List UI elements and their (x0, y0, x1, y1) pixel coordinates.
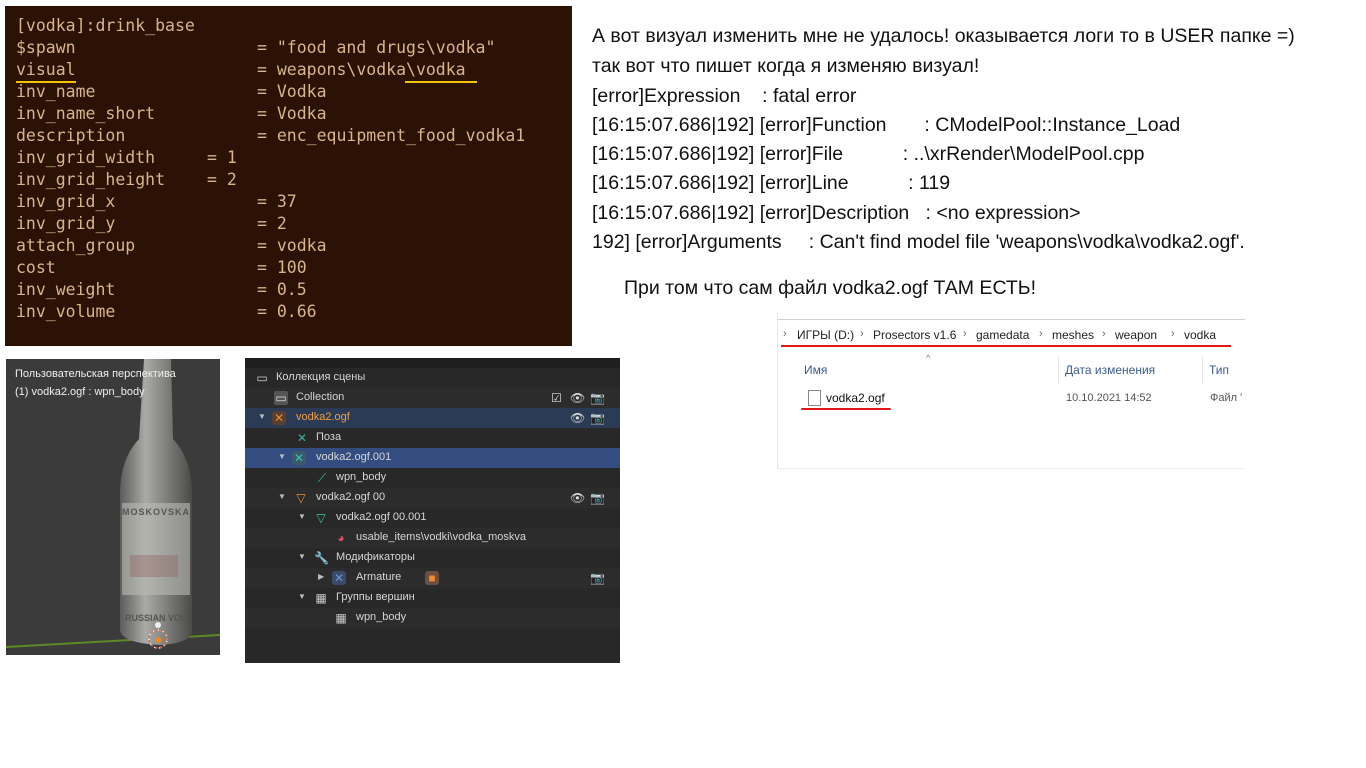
outliner-row[interactable]: ▭ Коллекция сцены (245, 368, 620, 388)
note-line: При том что сам файл vodka2.ogf ТАМ ЕСТЬ… (624, 277, 1037, 299)
eye-icon[interactable]: 👁 (570, 391, 585, 405)
column-header-type[interactable]: Тип (1209, 363, 1229, 377)
sort-up-icon: ^ (926, 353, 931, 363)
file-explorer-screenshot: › ИГРЫ (D:) › Prosectors v1.6 › gamedata… (777, 313, 1245, 469)
chevron-right-icon: › (1102, 328, 1106, 340)
breadcrumb-item[interactable]: gamedata (976, 328, 1029, 342)
expand-triangle-right-icon[interactable]: ▶ (318, 572, 324, 581)
message-line: так вот что пишет когда я изменяю визуал… (592, 55, 980, 77)
file-icon (808, 390, 821, 406)
error-line: [16:15:07.686|192] [error]Function : CMo… (592, 114, 1181, 136)
path-red-underline (781, 345, 1231, 347)
armature-object-icon: ✕ (272, 411, 286, 425)
breadcrumb-item[interactable]: vodka (1184, 328, 1216, 342)
mesh-object-icon: ▽ (296, 491, 306, 505)
outliner-row[interactable]: ▼ ▽ vodka2.ogf 00 👁 📷 (245, 488, 620, 508)
column-header-date[interactable]: Дата изменения (1065, 363, 1155, 377)
file-date: 10.10.2021 14:52 (1066, 392, 1152, 404)
breadcrumb-item[interactable]: weapon (1115, 328, 1157, 342)
expand-triangle-icon[interactable]: ▼ (258, 412, 266, 421)
outliner-row[interactable]: ▶ ✕ Armature ■ 📷 (245, 568, 620, 588)
chevron-right-icon: › (860, 328, 864, 340)
error-line: [16:15:07.686|192] [error]Line : 119 (592, 172, 951, 194)
breadcrumb-item[interactable]: ИГРЫ (D:) (797, 328, 854, 342)
scene-collection-icon: ▭ (256, 371, 268, 385)
armature-data-icon: ✕ (292, 451, 306, 465)
vertex-groups-icon: ▦ (315, 591, 327, 605)
camera-icon[interactable]: 📷 (590, 491, 605, 505)
chevron-right-icon: › (1171, 328, 1175, 340)
outliner-row[interactable]: ▼ ▦ Группы вершин (245, 588, 620, 608)
blender-viewport[interactable]: Пользовательская перспектива (1) vodka2.… (6, 359, 220, 655)
file-red-underline (801, 408, 891, 410)
file-name: vodka2.ogf (826, 391, 885, 405)
camera-icon[interactable]: 📷 (590, 411, 605, 425)
camera-icon[interactable]: 📷 (590, 571, 605, 585)
pose-icon: ✕ (296, 431, 308, 445)
collection-icon: ▭ (274, 391, 288, 405)
camera-icon[interactable]: 📷 (590, 391, 605, 405)
outliner-row[interactable]: ◕ usable_items\vodki\vodka_moskva (245, 528, 620, 548)
outliner-row[interactable]: ▼ ▽ vodka2.ogf 00.001 (245, 508, 620, 528)
outliner-header (245, 358, 620, 368)
bottle-label-top: MOSKOVSKA (122, 507, 191, 517)
eye-icon[interactable]: 👁 (570, 491, 585, 505)
breadcrumb-item[interactable]: meshes (1052, 328, 1094, 342)
breadcrumb-item[interactable]: Prosectors v1.6 (873, 328, 956, 342)
expand-triangle-icon[interactable]: ▼ (298, 512, 306, 521)
blender-outliner[interactable]: ▭ Коллекция сцены ▭ Collection ☑ 👁 📷 ▼ ✕… (245, 358, 620, 663)
error-line: [16:15:07.686|192] [error]File : ..\xrRe… (592, 143, 1145, 165)
outliner-row[interactable]: ✕ Поза (245, 428, 620, 448)
expand-triangle-icon[interactable]: ▼ (278, 492, 286, 501)
column-header-name[interactable]: Имя (804, 363, 827, 377)
mesh-data-icon: ▽ (316, 511, 326, 525)
file-type: Файл ' (1210, 392, 1243, 404)
column-divider[interactable] (1058, 357, 1059, 383)
expand-triangle-icon[interactable]: ▼ (298, 552, 306, 561)
message-line: А вот визуал изменить мне не удалось! ок… (592, 25, 1295, 47)
file-row[interactable]: vodka2.ogf 10.10.2021 14:52 Файл ' (798, 387, 1245, 409)
armature-modifier-icon: ✕ (332, 571, 346, 585)
outliner-row[interactable]: ▭ Collection ☑ 👁 📷 (245, 388, 620, 408)
chevron-right-icon: › (1039, 328, 1043, 340)
error-line: 192] [error]Arguments : Can't find model… (592, 231, 1245, 253)
column-divider[interactable] (1202, 357, 1203, 383)
modifier-object-icon[interactable]: ■ (425, 571, 439, 585)
outliner-row[interactable]: ▼ 🔧 Модификаторы (245, 548, 620, 568)
chevron-right-icon: › (783, 328, 787, 340)
viewport-title: Пользовательская перспектива (15, 368, 176, 380)
material-icon: ◕ (337, 531, 345, 545)
outliner-row[interactable]: ▼ ✕ vodka2.ogf.001 (245, 448, 620, 468)
ltx-config-screenshot: [vodka]:drink_base $spawn = "food and dru… (5, 6, 572, 346)
checkbox-icon[interactable]: ☑ (551, 391, 562, 405)
error-line: [16:15:07.686|192] [error]Description : … (592, 202, 1081, 224)
vodka-underline (405, 81, 477, 83)
expand-triangle-icon[interactable]: ▼ (278, 452, 286, 461)
eye-icon[interactable]: 👁 (570, 411, 585, 425)
chevron-right-icon: › (963, 328, 967, 340)
bone-icon: ⟋ (317, 471, 327, 485)
wrench-icon: 🔧 (314, 551, 329, 565)
vertex-group-icon: ▦ (335, 611, 347, 625)
viewport-object-name: (1) vodka2.ogf : wpn_body (15, 386, 145, 398)
expand-triangle-icon[interactable]: ▼ (298, 592, 306, 601)
error-line: [error]Expression : fatal error (592, 85, 857, 107)
bottle-label-bottom: RUSSIAN VOD (125, 613, 188, 623)
outliner-row[interactable]: ▦ wpn_body (245, 608, 620, 628)
outliner-row[interactable]: ⟋ wpn_body (245, 468, 620, 488)
visual-key-underlined: visual (16, 59, 76, 83)
outliner-row[interactable]: ▼ ✕ vodka2.ogf 👁 📷 (245, 408, 620, 428)
